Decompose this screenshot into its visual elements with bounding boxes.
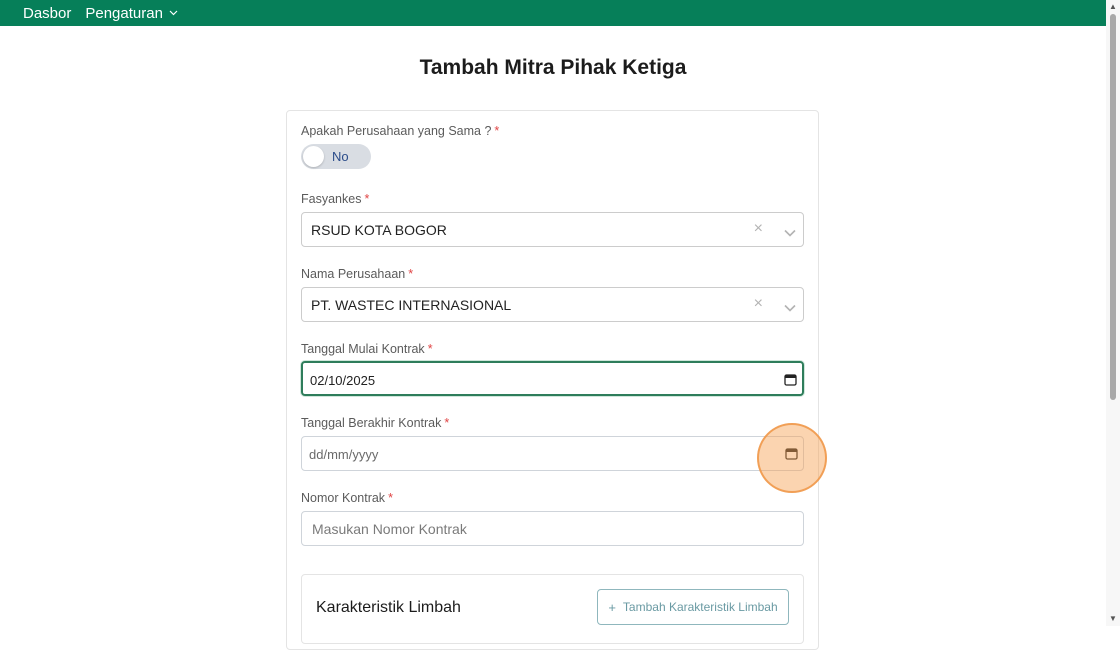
fasyankes-label: Fasyankes * [301, 192, 370, 206]
fasyankes-select[interactable]: RSUD KOTA BOGOR × [301, 212, 804, 247]
page-title: Tambah Mitra Pihak Ketiga [419, 56, 687, 79]
calendar-icon[interactable] [785, 447, 798, 460]
chevron-down-icon[interactable] [784, 224, 796, 237]
end-date-label: Tanggal Berakhir Kontrak * [301, 416, 450, 430]
fasyankes-selected-value: RSUD KOTA BOGOR [311, 222, 447, 238]
required-mark: * [427, 342, 433, 356]
chevron-down-icon [169, 8, 178, 19]
toggle-knob [303, 146, 324, 167]
required-mark: * [364, 192, 370, 206]
select-separator [770, 221, 771, 239]
end-date-placeholder: dd/mm/yyyy [309, 447, 379, 462]
company-name-label: Nama Perusahaan * [301, 267, 414, 281]
end-date-input[interactable]: dd/mm/yyyy [301, 436, 804, 471]
same-company-toggle[interactable]: No [301, 144, 371, 169]
vertical-scrollbar[interactable]: ▲ ▼ [1106, 0, 1120, 626]
nav-dasbor[interactable]: Dasbor [23, 5, 71, 22]
company-name-selected-value: PT. WASTEC INTERNASIONAL [311, 297, 512, 313]
company-name-select[interactable]: PT. WASTEC INTERNASIONAL × [301, 287, 804, 322]
chevron-down-icon[interactable] [784, 299, 796, 312]
required-mark: * [444, 416, 450, 430]
same-company-label: Apakah Perusahaan yang Sama ? * [301, 124, 500, 138]
scroll-up-arrow-icon[interactable]: ▲ [1109, 2, 1117, 11]
scroll-down-arrow-icon[interactable]: ▼ [1109, 614, 1117, 623]
start-date-label: Tanggal Mulai Kontrak * [301, 342, 433, 356]
clear-icon[interactable]: × [754, 295, 763, 313]
add-waste-characteristic-label: Tambah Karakteristik Limbah [622, 600, 778, 614]
nav-dasbor-label: Dasbor [23, 4, 72, 22]
nav-pengaturan[interactable]: Pengaturan [85, 5, 178, 22]
waste-characteristics-title: Karakteristik Limbah [316, 599, 461, 616]
add-waste-characteristic-button[interactable]: + Tambah Karakteristik Limbah [597, 589, 789, 625]
plus-icon: + [608, 599, 616, 615]
top-navbar: Dasbor Pengaturan [0, 0, 1106, 26]
nav-pengaturan-label: Pengaturan [85, 4, 163, 22]
clear-icon[interactable]: × [754, 220, 763, 238]
start-date-input[interactable]: 02/10/2025 [301, 361, 804, 396]
required-mark: * [494, 124, 500, 138]
toggle-state-label: No [332, 149, 349, 164]
contract-number-label: Nomor Kontrak * [301, 491, 393, 505]
contract-number-input[interactable] [301, 511, 804, 546]
required-mark: * [408, 267, 414, 281]
start-date-value: 02/10/2025 [310, 373, 376, 388]
waste-characteristics-card: Karakteristik Limbah + Tambah Karakteris… [301, 574, 804, 644]
select-separator [770, 296, 771, 314]
calendar-icon[interactable] [784, 373, 797, 386]
required-mark: * [388, 491, 393, 505]
scrollbar-thumb[interactable] [1110, 14, 1116, 400]
